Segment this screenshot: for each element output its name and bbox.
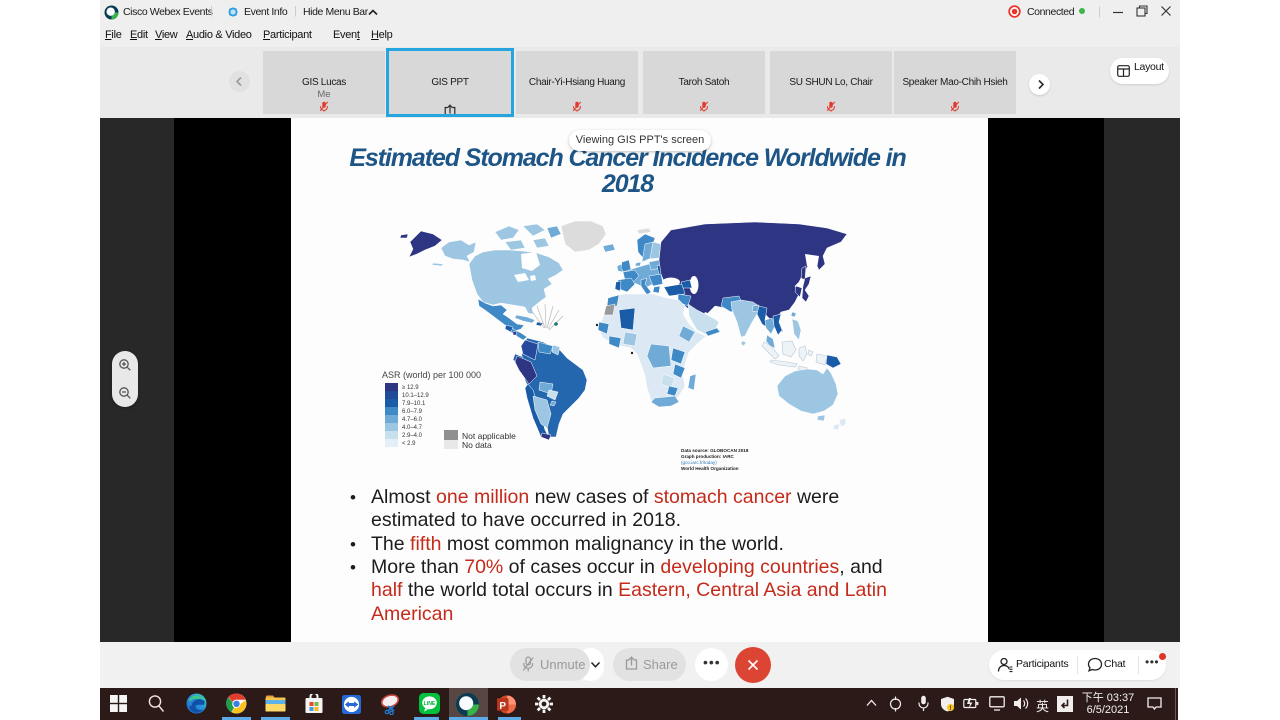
svg-text:No data: No data [462, 440, 492, 450]
svg-text:Data source: GLOBOCAN 2018: Data source: GLOBOCAN 2018 [681, 448, 749, 453]
svg-text:P: P [499, 701, 506, 712]
svg-text:LINE: LINE [424, 701, 436, 707]
svg-text:Graph production: IARC: Graph production: IARC [681, 454, 735, 459]
svg-text:!: ! [950, 706, 952, 712]
svg-text:World Health Organization: World Health Organization [681, 466, 739, 471]
svg-text:ASR (world) per 100 000: ASR (world) per 100 000 [382, 370, 481, 380]
svg-text:4.0–4.7: 4.0–4.7 [402, 425, 423, 431]
svg-text:10.1–12.9: 10.1–12.9 [402, 393, 429, 399]
svg-text:2.9–4.0: 2.9–4.0 [402, 433, 423, 439]
svg-text:4.7–6.0: 4.7–6.0 [402, 417, 423, 423]
svg-text:6.0–7.9: 6.0–7.9 [402, 409, 423, 415]
svg-text:< 2.9: < 2.9 [402, 441, 416, 447]
svg-text:7.9–10.1: 7.9–10.1 [402, 401, 426, 407]
svg-text:(gco.iarc.fr/today): (gco.iarc.fr/today) [681, 460, 717, 465]
svg-text:≥ 12.9: ≥ 12.9 [402, 385, 419, 391]
